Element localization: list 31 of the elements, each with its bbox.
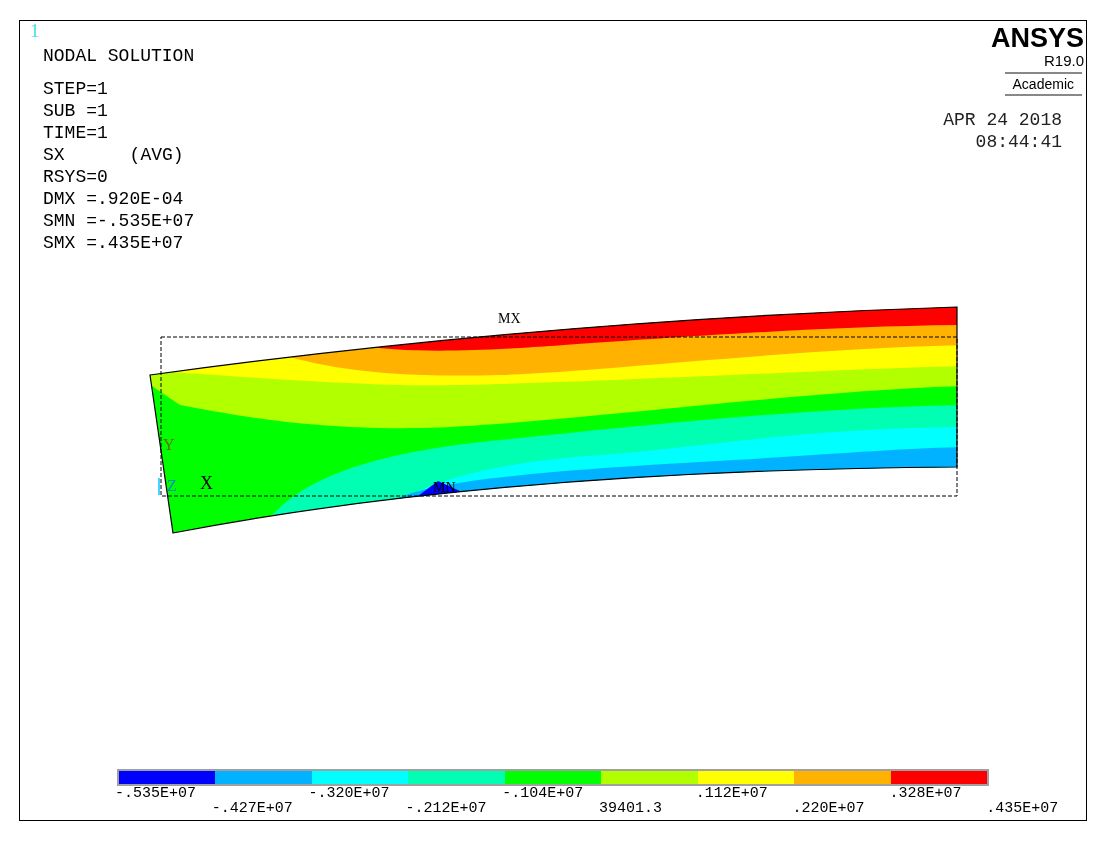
logo-text: ANSYS [990,24,1084,52]
result-info: (AVG) [129,144,184,166]
legend-value: -.320E+07 [308,786,391,801]
window-number: 1 [30,22,41,40]
legend-value: -.104E+07 [502,786,585,801]
legend-value: -.535E+07 [115,786,197,801]
edition-badge: Academic [1004,72,1082,96]
max-marker-label: MX [498,311,521,326]
min-marker-label: MN [433,480,456,495]
result-info: SUB =1 [43,100,108,122]
result-info: SMN =-.535E+07 [43,210,195,232]
legend-value: .435E+07 [986,801,1060,816]
axis-label: Y [163,436,175,453]
result-info: SX [43,144,65,166]
date-text: APR 24 2018 [943,109,1062,131]
legend-value: .220E+07 [792,801,866,816]
legend-value: -.427E+07 [211,801,294,816]
result-info: DMX =.920E-04 [43,188,184,210]
result-info: STEP=1 [43,78,108,100]
legend-value: -.212E+07 [405,801,488,816]
version-text: R19.0 [1043,52,1084,69]
axis-label: Z [167,477,177,494]
legend-value: 39401.3 [599,801,663,816]
time-text: 08:44:41 [975,131,1062,153]
result-info: SMX =.435E+07 [43,232,184,254]
plot-title: NODAL SOLUTION [43,45,195,67]
legend-value: .112E+07 [695,786,769,801]
legend-value: .328E+07 [889,786,963,801]
result-info: TIME=1 [43,122,108,144]
axis-label: X [200,473,213,493]
result-info: RSYS=0 [43,166,108,188]
